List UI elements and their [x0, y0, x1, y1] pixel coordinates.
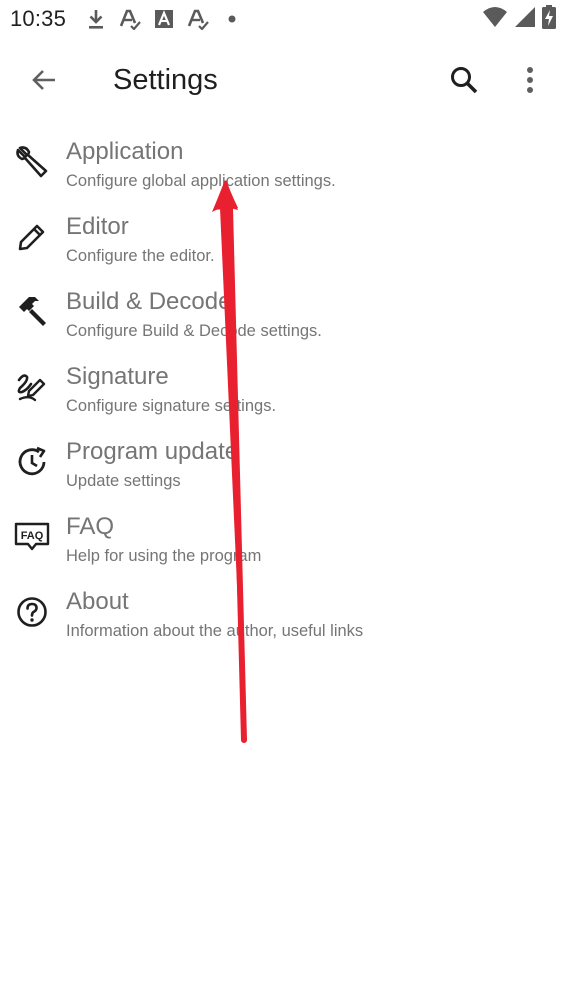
search-button[interactable] — [440, 58, 488, 106]
signature-icon — [14, 369, 50, 405]
settings-item-build-decode[interactable]: Build & Decode Configure Build & Decode … — [0, 280, 564, 355]
hammer-icon — [14, 294, 50, 330]
settings-item-title: Program update — [66, 438, 239, 465]
settings-item-application[interactable]: Application Configure global application… — [0, 130, 564, 205]
status-bar: 10:35 — [0, 0, 564, 40]
more-vert-icon — [526, 66, 534, 99]
app-bar: Settings — [0, 48, 564, 116]
settings-item-title: FAQ — [66, 513, 115, 540]
settings-item-title: Build & Decode — [66, 288, 232, 315]
wifi-icon — [482, 6, 508, 33]
settings-item-program-update[interactable]: Program update Update settings — [0, 430, 564, 505]
page-title: Settings — [113, 64, 218, 96]
status-time: 10:35 — [10, 6, 67, 31]
back-button[interactable] — [20, 58, 68, 106]
battery-charging-icon — [542, 4, 556, 34]
font-a-check-icon — [186, 8, 210, 30]
wrench-icon — [14, 144, 50, 180]
settings-item-title: About — [66, 588, 129, 615]
settings-item-subtitle: Configure the editor. — [66, 247, 215, 265]
settings-item-editor[interactable]: Editor Configure the editor. — [0, 205, 564, 280]
settings-item-about[interactable]: About Information about the author, usef… — [0, 580, 564, 655]
settings-item-title: Signature — [66, 363, 169, 390]
dot-icon — [220, 8, 244, 30]
settings-item-title: Editor — [66, 213, 129, 240]
signal-icon — [514, 6, 536, 33]
pencil-icon — [14, 219, 50, 255]
settings-item-faq[interactable]: FAQ FAQ Help for using the program — [0, 505, 564, 580]
settings-item-subtitle: Help for using the program — [66, 547, 262, 565]
help-circle-icon — [14, 594, 50, 630]
settings-item-subtitle: Configure signature settings. — [66, 397, 277, 415]
font-a-box-icon — [152, 8, 176, 30]
svg-text:FAQ: FAQ — [21, 530, 44, 542]
settings-item-subtitle: Configure Build & Decode settings. — [66, 322, 322, 340]
font-a-check-icon — [118, 8, 142, 30]
settings-item-subtitle: Update settings — [66, 472, 181, 490]
settings-item-subtitle: Information about the author, useful lin… — [66, 622, 364, 640]
faq-icon: FAQ — [14, 519, 50, 555]
update-icon — [14, 444, 50, 480]
settings-item-signature[interactable]: Signature Configure signature settings. — [0, 355, 564, 430]
status-notification-icons — [84, 8, 244, 30]
search-icon — [449, 65, 479, 100]
settings-item-subtitle: Configure global application settings. — [66, 172, 336, 190]
settings-item-title: Application — [66, 138, 184, 165]
status-system-icons — [482, 4, 556, 34]
more-options-button[interactable] — [506, 58, 554, 106]
settings-list: Application Configure global application… — [0, 130, 564, 655]
arrow-back-icon — [30, 66, 58, 99]
download-icon — [84, 8, 108, 30]
